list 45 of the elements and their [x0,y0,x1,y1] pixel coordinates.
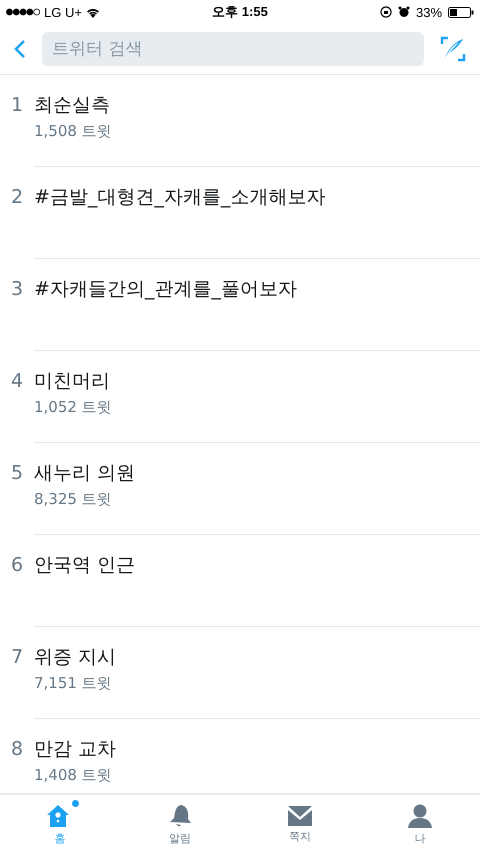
tab-item[interactable]: 나 [360,795,480,853]
trend-item[interactable]: 1 최순실측 1,508 트윗 [0,75,480,167]
trend-name: #금발_대형견_자캐를_소개해보자 [34,185,326,209]
battery-icon [448,6,474,18]
envelope-icon [287,804,313,826]
back-icon [14,39,26,59]
wifi-icon [86,6,100,18]
trend-rank: 3 [10,277,24,301]
trend-name: 미친머리 [34,369,111,393]
trend-name: 위증 지시 [34,645,116,669]
trend-rank: 5 [10,461,24,485]
trend-item[interactable]: 6 안국역 인근 [0,535,480,627]
trend-item[interactable]: 2 #금발_대형견_자캐를_소개해보자 [0,167,480,259]
compose-button[interactable] [438,34,468,64]
rotation-lock-icon [380,6,392,18]
quill-icon [440,36,466,62]
trend-name: #자캐들간의_관계를_풀어보자 [34,277,297,301]
trend-rank: 2 [10,185,24,209]
trend-item[interactable]: 5 새누리 의원 8,325 트윗 [0,443,480,535]
trend-item[interactable]: 7 위증 지시 7,151 트윗 [0,627,480,719]
tweet-count: 1,508 트윗 [34,122,112,141]
tweet-count: 1,408 트윗 [34,766,113,785]
tab-item[interactable]: 쪽지 [240,795,360,853]
person-icon [407,802,433,828]
tweet-count: 8,325 트윗 [34,490,113,509]
battery-percent: 33% [416,4,442,20]
trend-name: 최순실측 [34,93,111,117]
trend-item[interactable]: 4 미친머리 1,052 트윗 [0,351,480,443]
trend-name: 새누리 의원 [34,461,136,485]
status-time: 오후 1:55 [212,3,268,21]
trend-item[interactable]: 3 #자캐들간의_관계를_풀어보자 [0,259,480,351]
search-field[interactable]: 트위터 검색 [42,32,424,66]
tweet-count: 1,052 트윗 [34,398,112,417]
trend-rank: 4 [10,369,24,393]
alarm-icon [398,6,410,18]
signal-icon [6,8,40,16]
trend-rank: 6 [10,553,24,577]
trend-name: 안국역 인근 [34,553,136,577]
trend-rank: 8 [10,737,24,761]
trend-rank: 1 [10,93,24,117]
trend-rank: 7 [10,645,24,669]
trend-name: 만감 교차 [34,737,116,761]
tweet-count: 7,151 트윗 [34,674,113,693]
carrier-name: LG U+ [44,4,82,20]
tab-item[interactable]: 알림 [120,795,240,853]
